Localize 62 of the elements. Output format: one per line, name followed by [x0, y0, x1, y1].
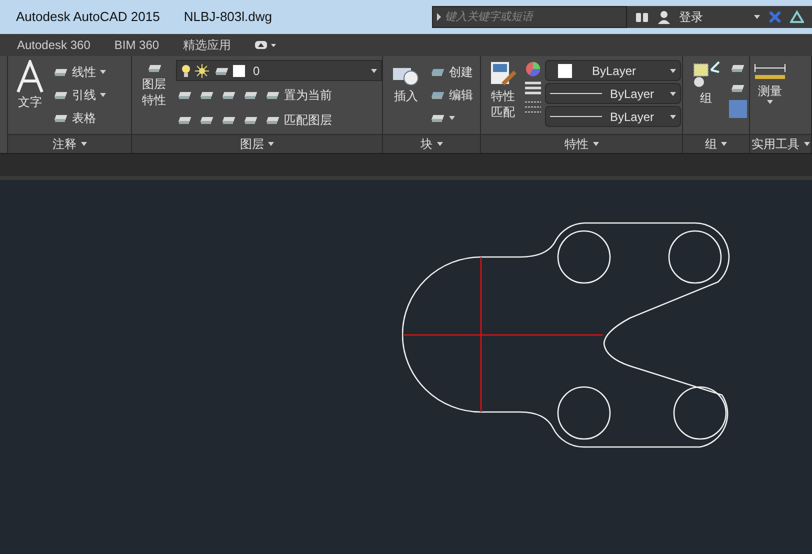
color-swatch-icon [558, 64, 572, 78]
caret-icon [754, 15, 760, 19]
caret-icon [767, 100, 773, 104]
sign-in-button[interactable]: 登录 [679, 8, 703, 26]
text-tool-icon [16, 60, 44, 94]
layer-dropdown[interactable]: 0 [176, 60, 382, 81]
caret-icon [449, 116, 455, 120]
caret-icon [670, 68, 676, 72]
caret-icon [436, 142, 442, 146]
lightbulb-icon [181, 64, 191, 78]
caret-icon [670, 92, 676, 96]
line-sample-icon [550, 93, 602, 94]
panel-title[interactable]: 块 [420, 135, 432, 153]
ribbon-tool-button[interactable]: 编辑 [429, 83, 473, 106]
dropdown-field[interactable]: ByLayer [545, 106, 681, 127]
color-wheel-icon [525, 61, 541, 77]
search-input[interactable]: 键入关键字或短语 [445, 8, 615, 26]
ribbon-tool-button[interactable]: 创建 [429, 60, 473, 83]
caret-icon [371, 68, 377, 72]
search-field[interactable]: 键入关键字或短语 [432, 6, 627, 28]
layer-color-icon [233, 64, 245, 76]
ribbon-tool-button[interactable]: 表格 [52, 106, 106, 129]
ribbon-tool-button[interactable]: 引线 [52, 83, 106, 106]
binoculars-icon[interactable] [635, 11, 649, 23]
ribbon-tool-button[interactable]: 置为当前 [264, 83, 332, 106]
insert-button[interactable]: 插入 [387, 60, 425, 104]
text-tool-button[interactable]: 文字 [12, 60, 48, 110]
dropdown-field[interactable]: ByLayer [545, 60, 681, 81]
ribbon-tab[interactable]: BIM 360 [114, 36, 160, 54]
ribbon-tab[interactable]: Autodesk 360 [17, 36, 90, 54]
line-sample-icon [550, 116, 602, 117]
lineweight-icon [525, 80, 541, 96]
minimize-ribbon-icon[interactable] [255, 41, 278, 49]
measure-button[interactable]: 测量 [758, 82, 782, 100]
match-brush-icon [489, 60, 517, 88]
caret-icon [100, 92, 106, 96]
ribbon-tab[interactable]: 精选应用 [183, 36, 232, 54]
panel-title[interactable]: 注释 [52, 135, 76, 153]
caret-icon [804, 142, 810, 146]
user-icon [657, 10, 671, 24]
ribbon-tool-button[interactable]: 线性 [52, 60, 106, 83]
caret-icon [721, 142, 727, 146]
file-name: NLBJ-803l.dwg [184, 8, 272, 26]
panel-title[interactable]: 组 [705, 135, 717, 153]
caret-icon [80, 142, 86, 146]
expand-arrow-icon [437, 13, 441, 21]
window-title: Autodesk AutoCAD 2015 [16, 8, 160, 26]
ribbon-tool-button[interactable]: 匹配图层 [264, 108, 332, 131]
match-properties-button[interactable]: 特性 匹配 [485, 60, 521, 120]
caret-icon [592, 142, 598, 146]
panel-title[interactable]: 图层 [240, 135, 264, 153]
panel-title[interactable]: 特性 [564, 135, 588, 153]
triangle-icon[interactable] [790, 10, 804, 24]
caret-icon [268, 142, 274, 146]
caret-icon [670, 114, 676, 118]
layer-properties-button[interactable]: 图层 特性 [136, 60, 172, 108]
dropdown-field[interactable]: ByLayer [545, 83, 681, 104]
sun-icon [195, 64, 209, 78]
linetype-icon [525, 99, 541, 115]
selection-toggle-icon[interactable] [729, 100, 747, 118]
caret-icon [100, 70, 106, 74]
group-button[interactable]: 组 [687, 60, 725, 106]
